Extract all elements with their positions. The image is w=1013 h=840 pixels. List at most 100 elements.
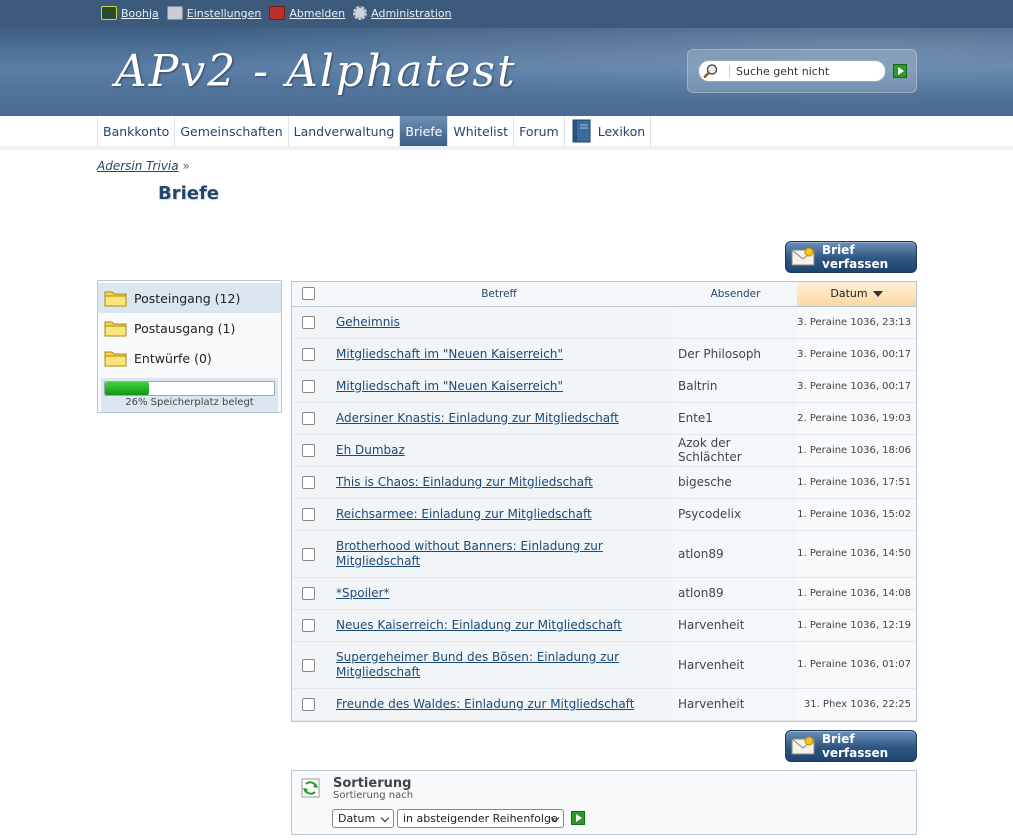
subject-cell: Neues Kaiserreich: Einladung zur Mitglie… xyxy=(324,609,674,642)
row-checkbox[interactable] xyxy=(301,380,315,393)
folder-outbox[interactable]: Postausgang (1) xyxy=(98,313,281,343)
column-header-sender[interactable]: Absender xyxy=(674,282,797,307)
date-cell: 1. Peraine 1036, 14:50 xyxy=(797,530,916,578)
envelope-icon xyxy=(791,736,815,756)
sender-cell: Der Philosoph xyxy=(674,338,797,371)
compose-letter-button-bottom[interactable]: Brief verfassen xyxy=(785,730,917,762)
subject-cell: Mitgliedschaft im "Neuen Kaiserreich" xyxy=(324,370,674,403)
sender-cell: Harvenheit xyxy=(674,609,797,642)
message-subject-link[interactable]: Eh Dumbaz xyxy=(336,443,405,457)
nav-item-lexikon[interactable]: Lexikon xyxy=(563,116,652,146)
user-links: Boohja Einstellungen Abmelden Administra… xyxy=(101,6,452,20)
row-select-cell xyxy=(292,402,324,435)
folder-inbox[interactable]: Posteingang (12) xyxy=(98,283,281,313)
message-subject-link[interactable]: Mitgliedschaft im "Neuen Kaiserreich" xyxy=(336,379,563,393)
date-cell: 1. Peraine 1036, 15:02 xyxy=(797,498,916,531)
sender-cell: Baltrin xyxy=(674,370,797,403)
message-subject-link[interactable]: This is Chaos: Einladung zur Mitgliedsch… xyxy=(336,475,593,489)
search-submit-button[interactable] xyxy=(893,64,907,78)
site-logo[interactable]: APv2 - Alphatest xyxy=(115,46,517,97)
nav-item-whitelist[interactable]: Whitelist xyxy=(447,116,514,146)
table-row: Geheimnis 3. Peraine 1036, 23:13 xyxy=(292,306,916,339)
page-title: Briefe xyxy=(158,183,220,204)
table-row: Neues Kaiserreich: Einladung zur Mitglie… xyxy=(292,609,916,642)
settings-link[interactable]: Einstellungen xyxy=(166,6,261,20)
message-subject-link[interactable]: Brotherhood without Banners: Einladung z… xyxy=(336,539,603,568)
logout-link[interactable]: Abmelden xyxy=(269,6,345,20)
nav-item-landverwaltung[interactable]: Landverwaltung xyxy=(287,116,400,146)
row-checkbox[interactable] xyxy=(301,476,315,489)
user-link[interactable]: Boohja xyxy=(101,6,159,20)
table-row: Mitgliedschaft im "Neuen Kaiserreich" Bal… xyxy=(292,370,916,403)
sender-cell: Psycodelix xyxy=(674,498,797,531)
nav-item-forum[interactable]: Forum xyxy=(513,116,564,146)
column-header-date[interactable]: Datum xyxy=(797,282,916,307)
sender-cell: atlon89 xyxy=(674,577,797,610)
row-checkbox[interactable] xyxy=(301,547,315,561)
row-checkbox[interactable] xyxy=(301,316,315,329)
sort-field-select[interactable]: Datum xyxy=(332,809,394,828)
subject-cell: Freunde des Waldes: Einladung zur Mitgli… xyxy=(324,688,674,721)
date-cell: 1. Peraine 1036, 18:06 xyxy=(797,434,916,467)
subject-cell: Adersiner Knastis: Einladung zur Mitglie… xyxy=(324,402,674,435)
row-checkbox[interactable] xyxy=(301,444,315,457)
table-row: Reichsarmee: Einladung zur Mitgliedschaf… xyxy=(292,498,916,531)
folder-drafts[interactable]: Entwürfe (0) xyxy=(98,343,281,373)
settings-icon xyxy=(166,6,183,20)
folder-panel: Posteingang (12) Postausgang (1) Entwürf… xyxy=(97,280,282,413)
message-subject-link[interactable]: Reichsarmee: Einladung zur Mitgliedschaf… xyxy=(336,507,592,521)
messages-body: Geheimnis 3. Peraine 1036, 23:13 Mitglieds… xyxy=(292,306,916,721)
sort-order-select[interactable]: in absteigender Reihenfolge xyxy=(397,809,564,828)
nav-divider xyxy=(0,146,1013,150)
compose-letter-button[interactable]: Brief verfassen xyxy=(785,241,917,273)
row-checkbox[interactable] xyxy=(301,587,315,600)
row-checkbox[interactable] xyxy=(301,348,315,361)
message-subject-link[interactable]: Neues Kaiserreich: Einladung zur Mitglie… xyxy=(336,618,622,632)
date-cell: 2. Peraine 1036, 19:03 xyxy=(797,402,916,435)
nav-item-briefe[interactable]: Briefe xyxy=(399,116,448,146)
storage-indicator: 26% Speicherplatz belegt xyxy=(101,378,278,412)
message-subject-link[interactable]: Supergeheimer Bund des Bösen: Einladung … xyxy=(336,650,619,679)
message-subject-link[interactable]: *Spoiler* xyxy=(336,586,390,600)
nav-item-bankkonto[interactable]: Bankkonto xyxy=(97,116,175,146)
message-subject-link[interactable]: Adersiner Knastis: Einladung zur Mitglie… xyxy=(336,411,619,425)
nav-item-gemeinschaften[interactable]: Gemeinschaften xyxy=(174,116,288,146)
search-input[interactable] xyxy=(729,64,879,78)
row-checkbox[interactable] xyxy=(301,698,315,711)
subject-cell: Eh Dumbaz xyxy=(324,434,674,467)
row-checkbox[interactable] xyxy=(301,412,315,425)
row-select-cell xyxy=(292,306,324,339)
sort-icon xyxy=(300,777,322,799)
column-header-subject[interactable]: Betreff xyxy=(324,282,674,307)
row-checkbox[interactable] xyxy=(301,508,315,521)
breadcrumb-link[interactable]: Adersin Trivia xyxy=(97,159,179,173)
message-subject-link[interactable]: Freunde des Waldes: Einladung zur Mitgli… xyxy=(336,697,634,711)
row-select-cell xyxy=(292,609,324,642)
date-cell: 3. Peraine 1036, 00:17 xyxy=(797,370,916,403)
subject-cell: Mitgliedschaft im "Neuen Kaiserreich" xyxy=(324,338,674,371)
row-select-cell xyxy=(292,688,324,721)
sender-cell: Harvenheit xyxy=(674,641,797,689)
date-cell: 31. Phex 1036, 22:25 xyxy=(797,688,916,721)
row-select-cell xyxy=(292,498,324,531)
select-all-checkbox[interactable] xyxy=(301,287,315,301)
envelope-icon xyxy=(791,247,815,267)
sender-cell xyxy=(674,306,797,339)
row-checkbox[interactable] xyxy=(301,619,315,632)
sender-cell: Azok der Schlächter xyxy=(674,434,797,467)
table-row: Eh Dumbaz Azok der Schlächter 1. Peraine 1… xyxy=(292,434,916,467)
message-subject-link[interactable]: Mitgliedschaft im "Neuen Kaiserreich" xyxy=(336,347,563,361)
row-select-cell xyxy=(292,338,324,371)
row-checkbox[interactable] xyxy=(301,658,315,672)
administration-link[interactable]: Administration xyxy=(353,6,452,20)
sender-cell: Harvenheit xyxy=(674,688,797,721)
main-nav: Bankkonto Gemeinschaften Landverwaltung … xyxy=(0,116,1013,147)
row-select-cell xyxy=(292,577,324,610)
row-select-cell xyxy=(292,434,324,467)
nav-tabs: Bankkonto Gemeinschaften Landverwaltung … xyxy=(97,116,652,146)
subject-cell: Reichsarmee: Einladung zur Mitgliedschaf… xyxy=(324,498,674,531)
message-subject-link[interactable]: Geheimnis xyxy=(336,315,400,329)
date-cell: 1. Peraine 1036, 17:51 xyxy=(797,466,916,499)
sort-submit-button[interactable] xyxy=(571,811,585,825)
subject-cell: This is Chaos: Einladung zur Mitgliedsch… xyxy=(324,466,674,499)
